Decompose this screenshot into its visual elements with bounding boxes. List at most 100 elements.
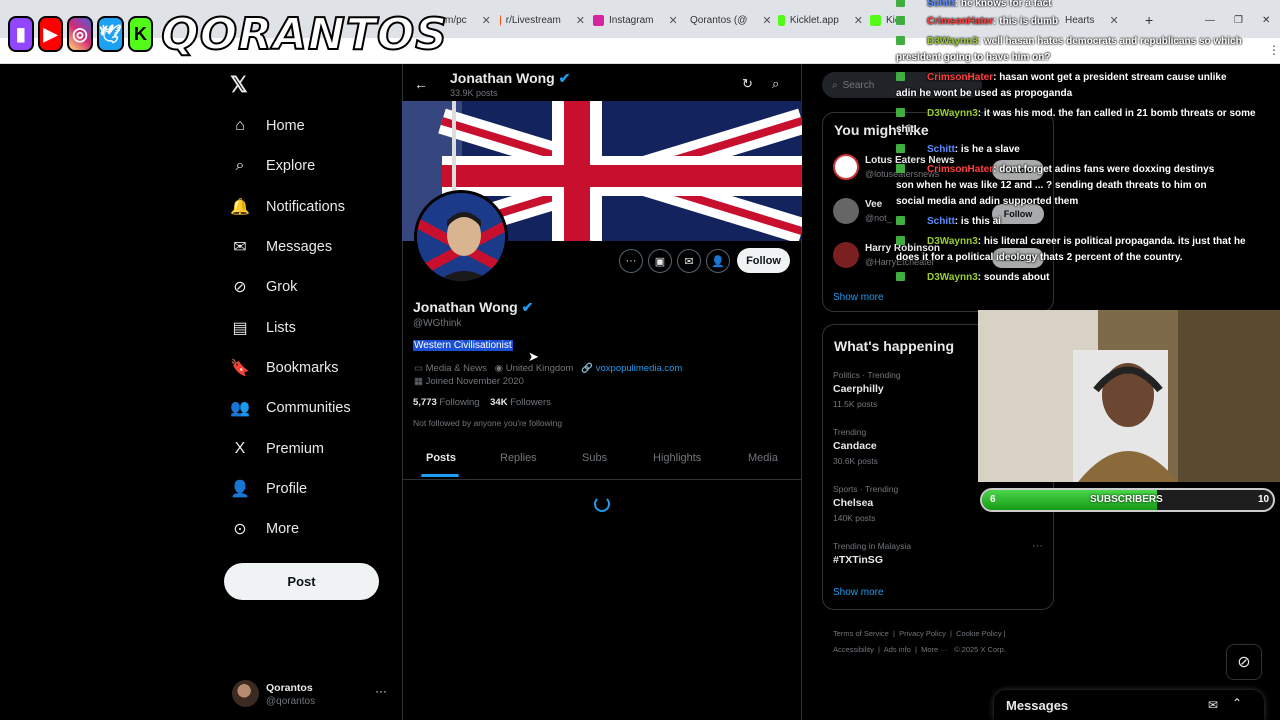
follow-button[interactable]: Follow	[737, 248, 790, 273]
header-post-count: 33.9K posts	[450, 88, 498, 98]
tab-highlights[interactable]: Highlights	[653, 452, 701, 464]
close-icon[interactable]: ✕	[668, 14, 677, 27]
sidebar-item-messages[interactable]: ✉ Messages	[230, 232, 332, 262]
footer-link[interactable]: Cookie Policy	[956, 629, 1001, 638]
following-link[interactable]: 5,773 Following	[413, 397, 480, 408]
chat-badge-icon	[896, 36, 905, 45]
trend-category: Trending in Malaysia	[833, 541, 912, 551]
sidebar-item-more[interactable]: ⊙ More	[230, 514, 299, 544]
subscribe-button[interactable]: 👤	[706, 249, 730, 273]
tab-posts[interactable]: Posts	[426, 452, 456, 464]
messages-icon: ✉	[233, 239, 247, 256]
chat-username: D3Waynn3	[927, 108, 978, 119]
show-more-link[interactable]: Show more	[833, 292, 884, 303]
footer-link[interactable]: Accessibility	[833, 645, 874, 654]
chat-username: D3Waynn3	[927, 272, 978, 283]
joined-text: Joined November 2020	[425, 376, 524, 387]
browser-tab[interactable]: Kicklet.app ✕	[778, 8, 863, 32]
chat-badge-icon	[896, 144, 905, 153]
reddit-icon	[500, 14, 501, 26]
trend-name[interactable]: #TXTinSG	[833, 554, 883, 566]
trend-name[interactable]: Caerphilly	[833, 383, 884, 395]
suggestion-name[interactable]: Vee	[865, 199, 882, 210]
browser-tab[interactable]: r/Livestream ✕	[500, 8, 585, 32]
sidebar-item-home[interactable]: ⌂ Home	[230, 111, 305, 141]
sidebar-item-explore[interactable]: ⌕ Explore	[230, 151, 316, 181]
window-close-icon[interactable]: ✕	[1262, 8, 1276, 32]
tab-divider	[403, 479, 801, 480]
close-icon[interactable]: ✕	[482, 14, 491, 27]
chat-text: : this is dumb	[993, 16, 1059, 27]
profile-name: Jonathan Wong ✔	[413, 299, 533, 316]
avatar[interactable]	[833, 198, 859, 224]
chat-message: Schitt: is he a slave	[896, 142, 1020, 158]
minimize-icon[interactable]: —	[1205, 8, 1219, 32]
sidebar-item-grok[interactable]: ⊘ Grok	[230, 272, 297, 302]
sidebar-item-profile[interactable]: 👤 Profile	[230, 474, 307, 504]
footer-link[interactable]: Terms of Service	[833, 629, 889, 638]
sidebar-item-communities[interactable]: 👥 Communities	[230, 393, 351, 423]
webcam-feed	[978, 310, 1280, 482]
close-icon[interactable]: ✕	[576, 14, 585, 27]
followers-link[interactable]: 34K Followers	[490, 397, 551, 408]
close-icon[interactable]: ✕	[1109, 14, 1118, 27]
messages-drawer[interactable]: Messages ✉ ⌃	[994, 690, 1264, 720]
browser-tab[interactable]: Instagram ✕	[593, 8, 678, 32]
footer-link[interactable]: Privacy Policy	[899, 629, 946, 638]
chat-text: : he knows for a fact	[954, 0, 1052, 9]
more-options-button[interactable]: ···	[619, 249, 643, 273]
new-tab-icon[interactable]: +	[1145, 8, 1159, 32]
refresh-icon[interactable]: ↻	[742, 76, 753, 92]
notifications-icon: 🔔	[230, 199, 250, 216]
tab-replies[interactable]: Replies	[500, 452, 537, 464]
tab-media[interactable]: Media	[748, 452, 778, 464]
explore-icon: ⌕	[235, 157, 245, 174]
close-icon[interactable]: ✕	[854, 14, 863, 27]
grok-summary-button[interactable]: ▣	[648, 249, 672, 273]
menu-icon[interactable]: ⋮	[1268, 43, 1280, 57]
chat-badge-icon	[896, 16, 905, 25]
sidebar-item-bookmarks[interactable]: 🔖 Bookmarks	[230, 353, 339, 383]
footer-link[interactable]: Ads info	[884, 645, 911, 654]
card-title: What's happening	[834, 338, 954, 354]
account-switcher[interactable]: Qorantos @qorantos ···	[230, 680, 390, 710]
show-more-link[interactable]: Show more	[833, 587, 884, 598]
search-icon[interactable]: ⌕	[772, 76, 779, 92]
chat-username: CrimsonHater	[927, 16, 994, 27]
trend-name[interactable]: Candace	[833, 440, 877, 452]
x-logo-icon[interactable]: 𝕏	[230, 72, 248, 98]
sidebar-item-label: Explore	[266, 158, 316, 174]
more-icon[interactable]: ···	[375, 684, 387, 698]
avatar[interactable]	[833, 154, 859, 180]
message-button[interactable]: ✉	[677, 249, 701, 273]
sidebar-item-lists[interactable]: ▤ Lists	[230, 313, 295, 343]
chat-username: D3Waynn3	[927, 36, 978, 47]
avatar[interactable]	[833, 242, 859, 268]
sidebar-item-label: Messages	[266, 239, 333, 255]
briefcase-icon: ▭	[414, 363, 423, 374]
tab-label: Kicklet.app	[789, 14, 839, 26]
browser-tab[interactable]: Hearts ✕	[1065, 8, 1140, 32]
browser-tab[interactable]: m/pc ✕	[445, 8, 495, 32]
profile-website-link[interactable]: voxpopulimedia.com	[596, 363, 683, 374]
not-followed-text: Not followed by anyone you're following	[413, 418, 563, 428]
kick-icon	[870, 14, 881, 26]
kick-icon	[778, 14, 785, 26]
tab-subs[interactable]: Subs	[582, 452, 607, 464]
expand-icon[interactable]: ⌃	[1232, 696, 1242, 710]
profile-avatar[interactable]	[414, 190, 508, 284]
chat-message: D3Waynn3: well hasan hates democrats and…	[896, 34, 1242, 50]
sidebar-item-notifications[interactable]: 🔔 Notifications	[230, 192, 345, 222]
sidebar-item-premium[interactable]: X Premium	[230, 434, 324, 464]
more-icon[interactable]: ···	[1032, 540, 1043, 552]
browser-tab[interactable]: Qorantos (@ ✕	[685, 8, 770, 32]
compose-message-icon[interactable]: ✉	[1208, 698, 1218, 712]
sidebar-item-label: Bookmarks	[266, 360, 339, 376]
footer-link[interactable]: More ···	[921, 645, 948, 654]
maximize-icon[interactable]: ❐	[1234, 8, 1248, 32]
trend-name[interactable]: Chelsea	[833, 497, 873, 509]
close-icon[interactable]: ✕	[762, 14, 770, 27]
post-button[interactable]: Post	[224, 563, 379, 600]
grok-icon[interactable]: ⊘	[1226, 644, 1262, 680]
back-arrow-icon[interactable]: ←	[414, 76, 428, 92]
